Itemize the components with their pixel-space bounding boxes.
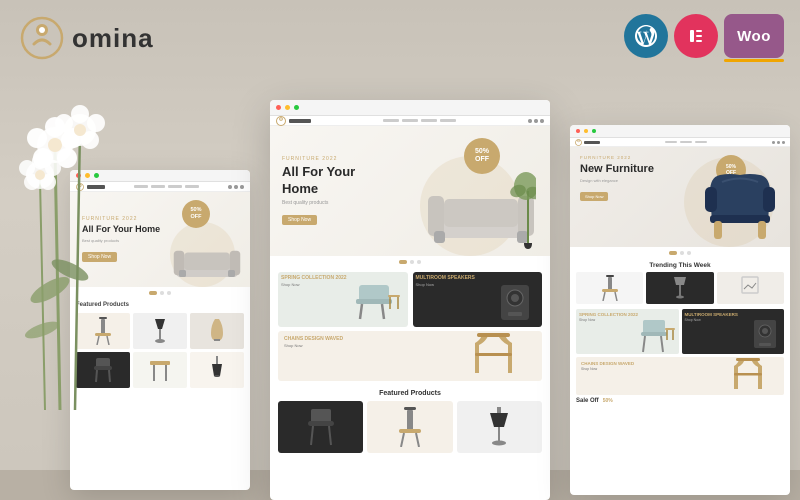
center-hero-title: All For Your Home	[282, 164, 372, 198]
right-nav-links	[665, 141, 707, 143]
flower-decoration	[0, 30, 160, 410]
dot-1	[160, 291, 164, 295]
screenshot-right: 50% OFF FURNITURE 2022 New Furniture Des…	[570, 125, 790, 495]
center-logo-icon	[276, 116, 286, 126]
right-hero-title: New Furniture	[580, 162, 660, 176]
center-featured-grid	[278, 401, 542, 453]
speaker-illustration	[493, 280, 538, 325]
center-hero-text: FURNITURE 2022 All For Your Home Best qu…	[282, 156, 372, 226]
top-bar: omina	[20, 16, 154, 60]
center-slider-dots	[270, 256, 550, 268]
woo-underline	[724, 59, 784, 62]
right-hero: 50% OFF FURNITURE 2022 New Furniture Des…	[570, 147, 790, 247]
right-speaker-illus	[749, 317, 781, 353]
right-sale-section: Sale Off 50%	[570, 398, 790, 407]
center-dot-2	[417, 260, 421, 264]
featured-stool	[396, 407, 424, 447]
featured-lamp	[488, 407, 510, 447]
right-collections-grid: Spring Collection 2022 Shop Now Multiroo…	[570, 306, 790, 357]
right-armchair-illustration	[700, 157, 780, 247]
chains-design-card: Chains Design Waved Shop Now	[278, 331, 542, 381]
right-trending-title: Trending This Week	[576, 262, 784, 269]
wood-chair-illustration	[467, 331, 522, 381]
right-nav-icons	[772, 141, 785, 144]
center-nav-icons	[528, 119, 544, 123]
dot-2	[167, 291, 171, 295]
min-dot-r	[584, 129, 588, 133]
right-trending-grid	[576, 272, 784, 304]
multiroom-card: Multiroom Speakers Shop Now	[413, 272, 543, 327]
trending-item-2	[646, 272, 713, 304]
trending-lamp-sm	[673, 276, 687, 300]
right-spring-label: Spring Collection 2022	[579, 312, 638, 317]
center-logo-text	[289, 119, 311, 123]
center-hero-btn[interactable]: Shop Now	[282, 215, 317, 225]
right-chains-label: Chains Design Waved	[581, 361, 634, 366]
min-dot-c	[285, 105, 290, 110]
vase-icon	[207, 317, 227, 345]
multiroom-label: Multiroom Speakers	[416, 275, 475, 281]
right-site-nav	[570, 138, 790, 147]
center-site-nav	[270, 116, 550, 126]
center-collections-row: Spring Collection 2022 Shop Now Multiroo…	[270, 268, 550, 331]
close-dot-c	[276, 105, 281, 110]
close-dot-r	[576, 129, 580, 133]
center-product-dark-chair	[278, 401, 363, 453]
right-logo-icon	[575, 139, 582, 146]
center-hero-subtitle: Best quality products	[282, 200, 372, 206]
right-logo-text	[584, 141, 600, 144]
center-product-stool	[367, 401, 452, 453]
left-product-3	[190, 313, 244, 349]
center-featured-title: Featured Products	[278, 390, 542, 397]
right-dot-2	[687, 251, 691, 255]
spring-collection-label: Spring Collection 2022	[281, 275, 347, 281]
center-hero: 50% OFF FURNITURE 2022 All For Your Home…	[270, 126, 550, 256]
spring-chair-illustration	[354, 277, 404, 327]
right-multiroom-card: Multiroom Speakers Shop Now	[682, 309, 785, 354]
trending-frame-sm	[740, 275, 760, 301]
center-hero-tag: FURNITURE 2022	[282, 156, 372, 162]
center-nav-links	[383, 119, 456, 122]
spring-collection-card: Spring Collection 2022 Shop Now	[278, 272, 408, 327]
center-featured-section: Featured Products	[270, 386, 550, 453]
max-dot-r	[592, 129, 596, 133]
right-hero-btn[interactable]: Shop Now	[580, 192, 608, 201]
screenshot-center: 50% OFF FURNITURE 2022 All For Your Home…	[270, 100, 550, 500]
center-browser-nav	[270, 100, 550, 116]
trending-stool-sm	[601, 275, 619, 301]
left-sofa-illustration	[172, 232, 242, 287]
right-spring-card: Spring Collection 2022 Shop Now	[576, 309, 679, 354]
right-dot-active	[669, 251, 677, 255]
center-sofa-illustration	[426, 166, 536, 256]
right-browser-nav	[570, 125, 790, 138]
right-sale-label: Sale Off	[576, 398, 599, 404]
left-nav-icons	[228, 185, 244, 189]
center-product-lamp	[457, 401, 542, 453]
wordpress-badge	[624, 14, 668, 58]
woocommerce-badge: Woo	[724, 14, 784, 58]
pendant-lamp-icon	[210, 356, 224, 384]
trending-item-1	[576, 272, 643, 304]
featured-dark-chair	[306, 407, 336, 447]
right-dot-1	[680, 251, 684, 255]
left-product-6	[190, 352, 244, 388]
left-hero-badge: 50%OFF	[182, 200, 210, 228]
right-slider-dots	[570, 247, 790, 259]
right-chains-card: Chains Design Waved Shop Now	[576, 357, 784, 395]
woo-badge-wrapper: Woo	[724, 14, 784, 58]
center-dot-active	[399, 260, 407, 264]
brand-logo-text: omina	[72, 23, 154, 54]
elementor-badge	[674, 14, 718, 58]
max-dot-c	[294, 105, 299, 110]
brand-logo-icon	[20, 16, 64, 60]
center-dot-1	[410, 260, 414, 264]
right-trending-section: Trending This Week	[570, 259, 790, 306]
right-multiroom-label: Multiroom Speakers	[685, 312, 738, 317]
trending-item-3	[717, 272, 784, 304]
chains-design-label: Chains Design Waved	[284, 336, 343, 342]
right-wood-chair	[729, 357, 769, 395]
platform-badges: Woo	[624, 14, 784, 58]
right-spring-chair	[639, 314, 677, 354]
